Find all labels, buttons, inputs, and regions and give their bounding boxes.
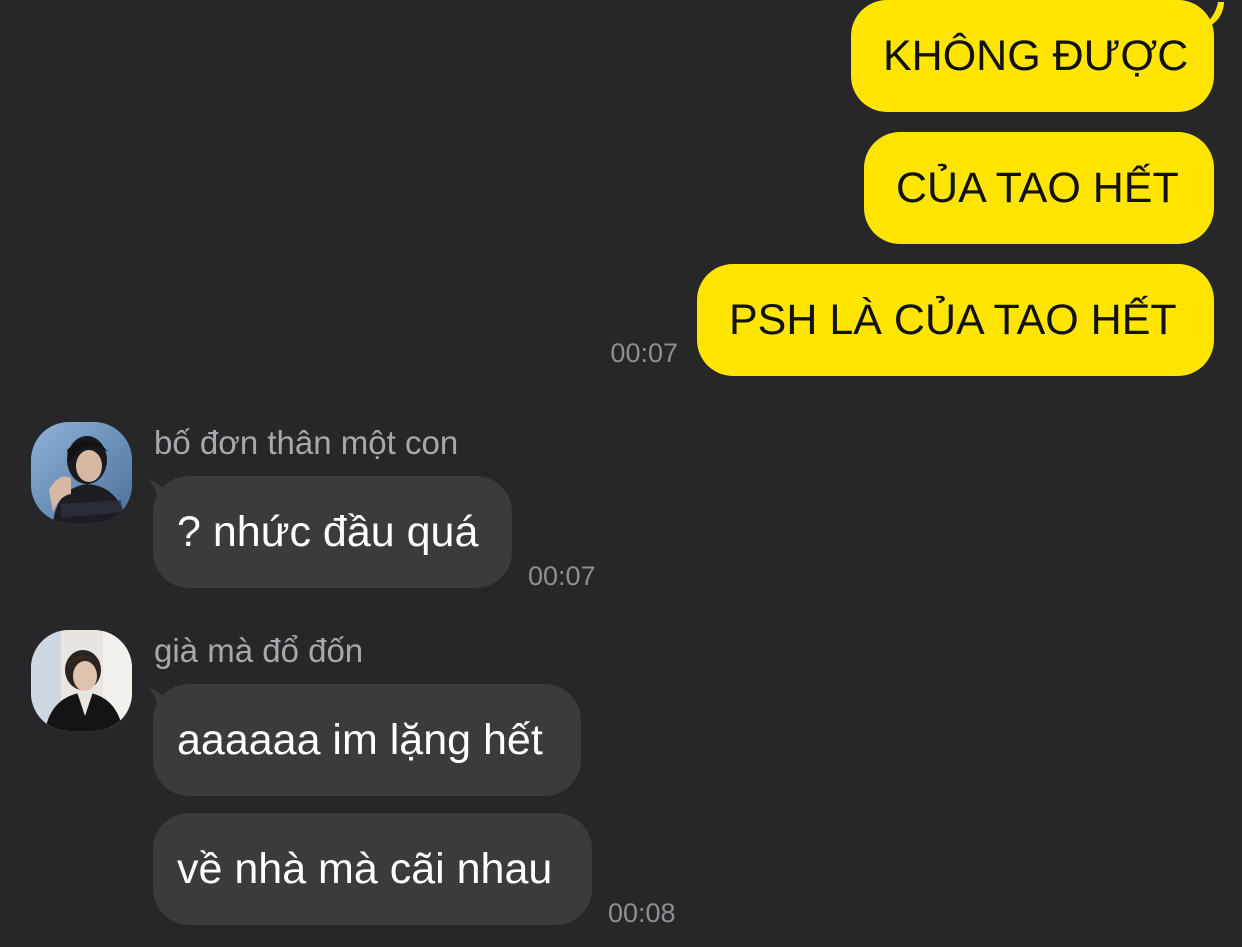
sender-name: bố đơn thân một con bbox=[154, 424, 459, 461]
sender-avatar[interactable] bbox=[31, 630, 132, 731]
message-text: aaaaaa im lặng hết bbox=[177, 716, 543, 764]
sender-avatar[interactable] bbox=[31, 422, 132, 523]
message-text: ? nhức đầu quá bbox=[177, 508, 479, 556]
message-text: CỦA TAO HẾT bbox=[896, 164, 1179, 212]
profile-photo-icon bbox=[31, 422, 132, 523]
incoming-message-bubble[interactable]: ? nhức đầu quá bbox=[153, 476, 512, 588]
incoming-message-bubble[interactable]: về nhà mà cãi nhau bbox=[153, 813, 592, 925]
incoming-message-bubble[interactable]: aaaaaa im lặng hết bbox=[153, 684, 581, 796]
chat-message-list[interactable]: KHÔNG ĐƯỢC CỦA TAO HẾT PSH LÀ CỦA TAO HẾ… bbox=[0, 0, 1242, 947]
outgoing-message-bubble[interactable]: PSH LÀ CỦA TAO HẾT bbox=[697, 264, 1214, 376]
message-timestamp: 00:08 bbox=[608, 898, 676, 928]
outgoing-message-bubble[interactable]: CỦA TAO HẾT bbox=[864, 132, 1214, 244]
message-text: KHÔNG ĐƯỢC bbox=[883, 32, 1189, 80]
message-text: PSH LÀ CỦA TAO HẾT bbox=[729, 296, 1177, 344]
outgoing-message-bubble[interactable]: KHÔNG ĐƯỢC bbox=[851, 0, 1214, 112]
message-timestamp: 00:07 bbox=[528, 561, 596, 591]
profile-photo-icon bbox=[31, 630, 132, 731]
sender-name: già mà đổ đốn bbox=[154, 632, 364, 669]
message-text: về nhà mà cãi nhau bbox=[177, 845, 553, 893]
message-timestamp: 00:07 bbox=[610, 338, 678, 368]
